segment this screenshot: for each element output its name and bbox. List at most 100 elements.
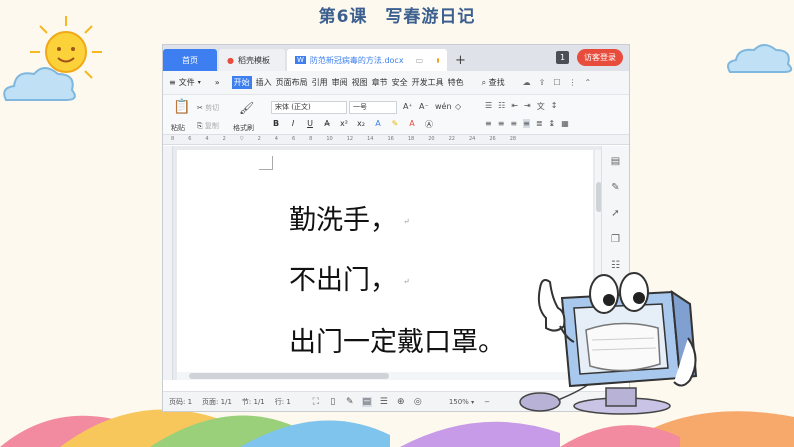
document-line-1[interactable]: 勤洗手， ↵ — [289, 198, 410, 237]
menu-references[interactable]: 引用 — [312, 77, 328, 88]
bullet-list-icon[interactable]: ☰ — [485, 101, 492, 112]
paragraph-row-1: ☰ ☷ ⇤ ⇥ 文 ↕ — [485, 101, 557, 112]
tab-bar: 首页 ● 稻壳模板 W 防范新冠病毒的方法.docx ▭ + 1 访客登录 — [163, 45, 629, 71]
cursor-icon[interactable]: ➚ — [610, 208, 622, 220]
justify-icon[interactable]: ≡ — [523, 119, 530, 128]
font-grow-icon[interactable]: A⁺ — [403, 102, 413, 111]
comment-icon[interactable]: ☐ — [553, 78, 560, 87]
archive-icon[interactable]: ▤ — [610, 156, 622, 168]
tab-document-label: 防范新冠病毒的方法.docx — [309, 55, 404, 65]
font-size-select[interactable]: 一号 — [349, 101, 397, 114]
zoom-level[interactable]: 150% ▾ — [449, 398, 474, 406]
char-border-icon[interactable]: Ⓐ — [424, 119, 434, 130]
cut-label: 剪切 — [205, 104, 220, 112]
vertical-ruler — [163, 146, 173, 380]
indent-decrease-icon[interactable]: ⇤ — [511, 101, 518, 112]
menu-chapter[interactable]: 章节 — [372, 77, 388, 88]
distribute-icon[interactable]: ≣ — [536, 119, 543, 128]
tab-home[interactable]: 首页 — [163, 49, 217, 71]
search-button[interactable]: ⌕ 查找 — [482, 77, 505, 88]
font-color-icon[interactable]: A — [407, 119, 417, 130]
document-line-2[interactable]: 不出门， ↵ — [289, 258, 410, 297]
web-view-icon[interactable]: ⊕ — [396, 397, 406, 407]
menu-insert[interactable]: 插入 — [256, 77, 272, 88]
edit-icon[interactable]: ✎ — [345, 397, 355, 407]
sort-icon[interactable]: ↕ — [551, 101, 558, 112]
cloud-right-illustration — [727, 44, 793, 73]
new-tab-button[interactable]: + — [455, 49, 466, 71]
menu-review[interactable]: 审阅 — [332, 77, 348, 88]
shading-icon[interactable]: ▦ — [561, 119, 569, 128]
hamburger-icon: ≡ — [169, 78, 176, 87]
superscript-icon[interactable]: x² — [339, 119, 349, 130]
format-row: B I U A̶ x² x₂ A ✎ A Ⓐ — [271, 119, 434, 130]
cut-button[interactable]: ✂ 剪切 — [197, 103, 219, 113]
menu-features[interactable]: 特色 — [448, 77, 464, 88]
window-count-badge[interactable]: 1 — [556, 51, 569, 64]
view-mode-icons: ⛶ ▯ ✎ ▤ ☰ ⊕ ◎ — [311, 396, 423, 407]
align-center-icon[interactable]: ≡ — [498, 119, 505, 128]
text-effect-icon[interactable]: A — [373, 119, 383, 130]
font-name-select[interactable]: 宋体 (正文) — [271, 101, 347, 114]
indent-increase-icon[interactable]: ⇥ — [524, 101, 531, 112]
numbered-list-icon[interactable]: ☷ — [498, 101, 505, 112]
read-mode-icon[interactable]: ▯ — [328, 397, 338, 407]
search-label: 查找 — [488, 78, 505, 87]
italic-button[interactable]: I — [288, 119, 298, 130]
chinese-layout-icon[interactable]: 文 — [537, 101, 545, 112]
line-spacing-icon[interactable]: ↨ — [549, 119, 556, 128]
zoom-value: 150% — [448, 397, 469, 406]
more-menu-button[interactable]: » — [215, 78, 220, 87]
share-icon[interactable]: ⇪ — [539, 78, 546, 87]
paste-label[interactable]: 粘贴 — [171, 123, 185, 133]
tab-docer-templates[interactable]: ● 稻壳模板 — [219, 49, 285, 71]
copy-label: 复制 — [204, 122, 219, 130]
more-icon[interactable]: ⋮ — [569, 78, 577, 87]
horizontal-scroll-thumb[interactable] — [189, 373, 389, 379]
format-painter-icon[interactable]: 🖌 — [239, 101, 254, 115]
highlight-icon[interactable]: ✎ — [390, 119, 400, 130]
strikethrough-icon[interactable]: A̶ — [322, 119, 332, 130]
menu-dev-tools[interactable]: 开发工具 — [412, 77, 444, 88]
file-menu[interactable]: ≡ 文件 ▾ — [169, 77, 201, 88]
font-shrink-icon[interactable]: A⁻ — [419, 102, 429, 111]
menu-security[interactable]: 安全 — [392, 77, 408, 88]
paste-icon[interactable]: 📋 — [173, 99, 190, 115]
collapse-icon[interactable]: ⌃ — [585, 78, 592, 87]
docer-icon: ● — [227, 55, 234, 65]
bold-button[interactable]: B — [271, 119, 281, 130]
copy-button[interactable]: ⎘ 复制 — [197, 121, 219, 131]
layers-icon[interactable]: ❐ — [610, 234, 622, 246]
cloud-left-illustration — [3, 67, 76, 101]
underline-button[interactable]: U — [305, 119, 315, 130]
search-icon: ⌕ — [481, 78, 487, 87]
tab-document[interactable]: W 防范新冠病毒的方法.docx ▭ — [287, 49, 447, 71]
outline-icon[interactable]: ☰ — [379, 397, 389, 407]
page-view-icon[interactable]: ▤ — [361, 396, 372, 407]
format-painter-label[interactable]: 格式刷 — [233, 123, 254, 133]
document-line-3[interactable]: 出门一定戴口罩。 — [289, 320, 505, 359]
unsaved-dot-icon — [437, 57, 439, 63]
cloud-icon[interactable]: ☁ — [523, 78, 531, 87]
fullscreen-icon[interactable]: ⛶ — [311, 397, 321, 407]
line-3-text: 出门一定戴口罩。 — [289, 327, 505, 358]
paragraph-mark-icon: ↵ — [403, 277, 410, 286]
pen-icon[interactable]: ✎ — [610, 182, 622, 194]
align-right-icon[interactable]: ≡ — [510, 119, 517, 128]
change-case-icon[interactable]: wén — [435, 102, 452, 111]
menu-page-layout[interactable]: 页面布局 — [276, 77, 308, 88]
clear-format-icon[interactable]: ◇ — [455, 102, 461, 111]
tab-home-label: 首页 — [182, 55, 198, 65]
subscript-icon[interactable]: x₂ — [356, 119, 366, 130]
menu-start[interactable]: 开始 — [231, 76, 252, 89]
quick-tools: ☁ ⇪ ☐ ⋮ ⌃ — [523, 78, 592, 87]
chevron-down-icon: ▾ — [197, 79, 201, 86]
eye-protect-icon[interactable]: ◎ — [413, 397, 423, 407]
align-left-icon[interactable]: ≡ — [485, 119, 492, 128]
file-menu-label: 文件 — [178, 78, 195, 87]
zoom-out-icon[interactable]: − — [484, 398, 490, 406]
status-page-number: 页码: 1 — [169, 397, 193, 406]
guest-login-button[interactable]: 访客登录 — [577, 49, 623, 66]
menu-view[interactable]: 视图 — [352, 77, 368, 88]
chevron-down-icon: ▾ — [471, 398, 475, 406]
